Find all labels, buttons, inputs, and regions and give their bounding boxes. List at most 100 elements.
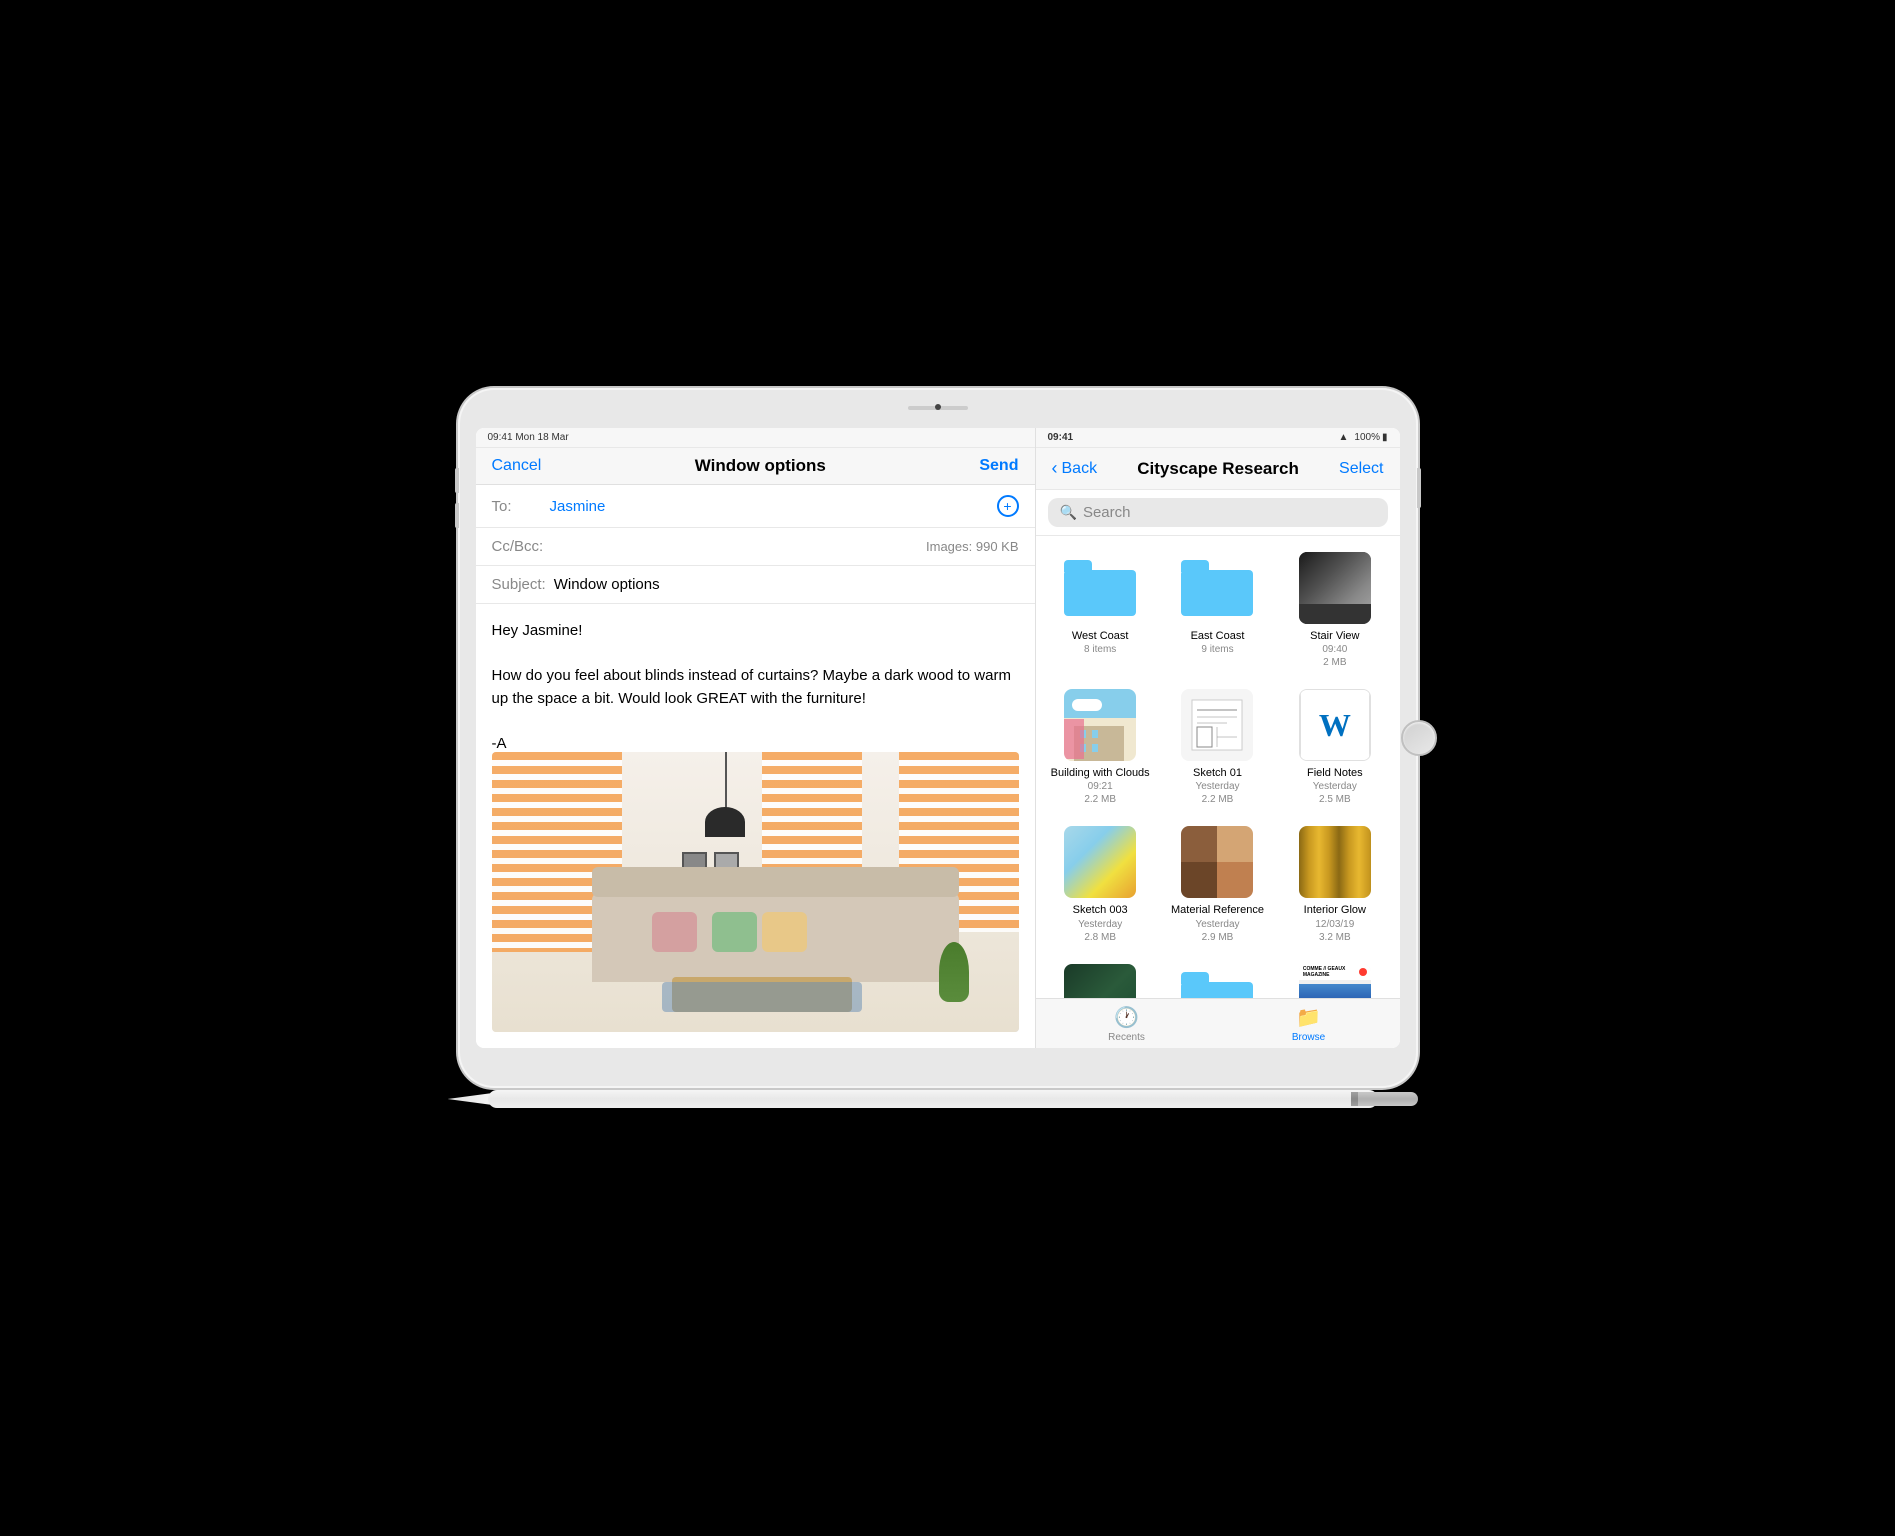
body-signature: -A — [492, 733, 1019, 753]
pillow-1 — [652, 912, 697, 952]
sketch003-meta1: Yesterday — [1078, 918, 1122, 931]
battery-icon: ▮ — [1382, 432, 1388, 443]
mail-toolbar: Cancel Window options Send — [476, 448, 1035, 485]
files-nav: ‹ Back Cityscape Research Select — [1036, 448, 1400, 490]
green-book-thumb — [1064, 964, 1136, 998]
material-cell-2 — [1217, 826, 1253, 862]
recents-icon: 🕐 — [1114, 1005, 1139, 1030]
select-button[interactable]: Select — [1339, 460, 1383, 478]
stair-view-meta2: 2 MB — [1323, 656, 1346, 669]
file-item-interior[interactable]: Interior Glow 12/03/19 3.2 MB — [1278, 818, 1391, 951]
folder-body — [1064, 570, 1136, 616]
back-button[interactable]: ‹ Back — [1052, 458, 1098, 479]
body-line-1: Hey Jasmine! — [492, 620, 1019, 643]
building-meta2: 2.2 MB — [1084, 793, 1116, 806]
wifi-icon: ▲ — [1339, 432, 1349, 443]
files-panel: 09:41 ▲ 100% ▮ ‹ Back Citysc — [1036, 428, 1400, 1048]
volume-down-button[interactable] — [455, 503, 459, 528]
browse-tab[interactable]: 📁 Browse — [1218, 999, 1400, 1048]
file-item-green-book[interactable] — [1044, 956, 1157, 998]
file-item-east-coast[interactable]: East Coast 9 items — [1161, 544, 1274, 677]
apple-pencil — [448, 1090, 1418, 1108]
pencil-tip — [448, 1093, 493, 1105]
field-notes-meta1: Yesterday — [1313, 780, 1357, 793]
material-cell-1 — [1181, 826, 1217, 862]
mail-panel: 09:41 Mon 18 Mar Cancel Window options S… — [476, 428, 1036, 1048]
file-item-west-coast[interactable]: West Coast 8 items — [1044, 544, 1157, 677]
w-letter-icon: W — [1319, 707, 1351, 744]
sketch003-name: Sketch 003 — [1073, 904, 1128, 917]
building-thumb — [1064, 689, 1136, 761]
couch-back — [592, 867, 959, 897]
to-value[interactable]: Jasmine — [550, 498, 997, 515]
files-grid: West Coast 8 items East Coast 9 items — [1036, 536, 1400, 998]
interior-meta2: 3.2 MB — [1319, 931, 1351, 944]
images-size-label: Images: 990 KB — [926, 539, 1019, 554]
subject-value: Window options — [554, 576, 660, 593]
sketch01-thumb — [1181, 689, 1253, 761]
file-item-magazine[interactable]: COMME // GEAUXMAGAZINE — [1278, 956, 1391, 998]
scene: 09:41 Mon 18 Mar Cancel Window options S… — [398, 368, 1498, 1168]
file-item-sketch01[interactable]: Sketch 01 Yesterday 2.2 MB — [1161, 681, 1274, 814]
folder3-thumb — [1181, 964, 1253, 998]
building-meta1: 09:21 — [1088, 780, 1113, 793]
mail-body[interactable]: Hey Jasmine! How do you feel about blind… — [476, 604, 1035, 752]
building-accent — [1064, 719, 1084, 759]
power-button[interactable] — [1417, 468, 1421, 508]
material-cell-4 — [1217, 862, 1253, 898]
front-camera — [935, 404, 941, 410]
folder3-body — [1181, 982, 1253, 998]
material-meta1: Yesterday — [1195, 918, 1239, 931]
search-bar[interactable]: 🔍 Search — [1048, 498, 1388, 527]
cancel-button[interactable]: Cancel — [492, 457, 542, 475]
east-coast-thumb — [1181, 552, 1253, 624]
pencil-cap — [1358, 1092, 1418, 1106]
material-image — [1181, 826, 1253, 898]
material-thumb — [1181, 826, 1253, 898]
recents-label: Recents — [1108, 1032, 1145, 1043]
red-dot — [1359, 968, 1367, 976]
file-item-folder3[interactable] — [1161, 956, 1274, 998]
to-label: To: — [492, 498, 542, 515]
folder3-icon — [1181, 972, 1253, 998]
field-notes-meta2: 2.5 MB — [1319, 793, 1351, 806]
file-item-building[interactable]: Building with Clouds 09:21 2.2 MB — [1044, 681, 1157, 814]
sketch003-image — [1064, 826, 1136, 898]
stair-view-meta1: 09:40 — [1322, 643, 1347, 656]
stair-view-name: Stair View — [1310, 630, 1359, 643]
west-coast-meta: 8 items — [1084, 643, 1116, 656]
cc-label: Cc/Bcc: — [492, 538, 544, 555]
sketch01-meta1: Yesterday — [1195, 780, 1239, 793]
magazine-body — [1299, 984, 1371, 998]
browse-icon: 📁 — [1296, 1005, 1321, 1030]
sketch01-name: Sketch 01 — [1193, 767, 1242, 780]
file-item-material[interactable]: Material Reference Yesterday 2.9 MB — [1161, 818, 1274, 951]
add-recipient-button[interactable]: + — [997, 495, 1019, 517]
sketch003-thumb — [1064, 826, 1136, 898]
attached-image — [492, 752, 1019, 1032]
material-name: Material Reference — [1171, 904, 1264, 917]
interior-thumb — [1299, 826, 1371, 898]
files-search-container: 🔍 Search — [1036, 490, 1400, 536]
search-icon: 🔍 — [1060, 504, 1077, 521]
pendant-cord — [725, 752, 727, 812]
sketch003-meta2: 2.8 MB — [1084, 931, 1116, 944]
stair-thumb-image — [1299, 552, 1371, 624]
file-item-stair-view[interactable]: Stair View 09:40 2 MB — [1278, 544, 1391, 677]
files-status-bar: 09:41 ▲ 100% ▮ — [1036, 428, 1400, 448]
plant — [939, 942, 969, 1002]
file-item-sketch003[interactable]: Sketch 003 Yesterday 2.8 MB — [1044, 818, 1157, 951]
volume-up-button[interactable] — [455, 468, 459, 493]
subject-field[interactable]: Subject: Window options — [476, 566, 1035, 604]
back-arrow-icon: ‹ — [1052, 458, 1058, 479]
files-status-right: ▲ 100% ▮ — [1339, 432, 1388, 443]
window-2 — [1092, 730, 1098, 738]
send-button[interactable]: Send — [979, 457, 1018, 475]
recents-tab[interactable]: 🕐 Recents — [1036, 999, 1218, 1048]
sketch01-image — [1181, 689, 1253, 761]
pencil-body — [488, 1090, 1378, 1108]
building-thumb-image — [1064, 689, 1136, 761]
to-field: To: Jasmine + — [476, 485, 1035, 528]
file-item-field-notes[interactable]: W Field Notes Yesterday 2.5 MB — [1278, 681, 1391, 814]
home-button[interactable] — [1401, 720, 1437, 756]
